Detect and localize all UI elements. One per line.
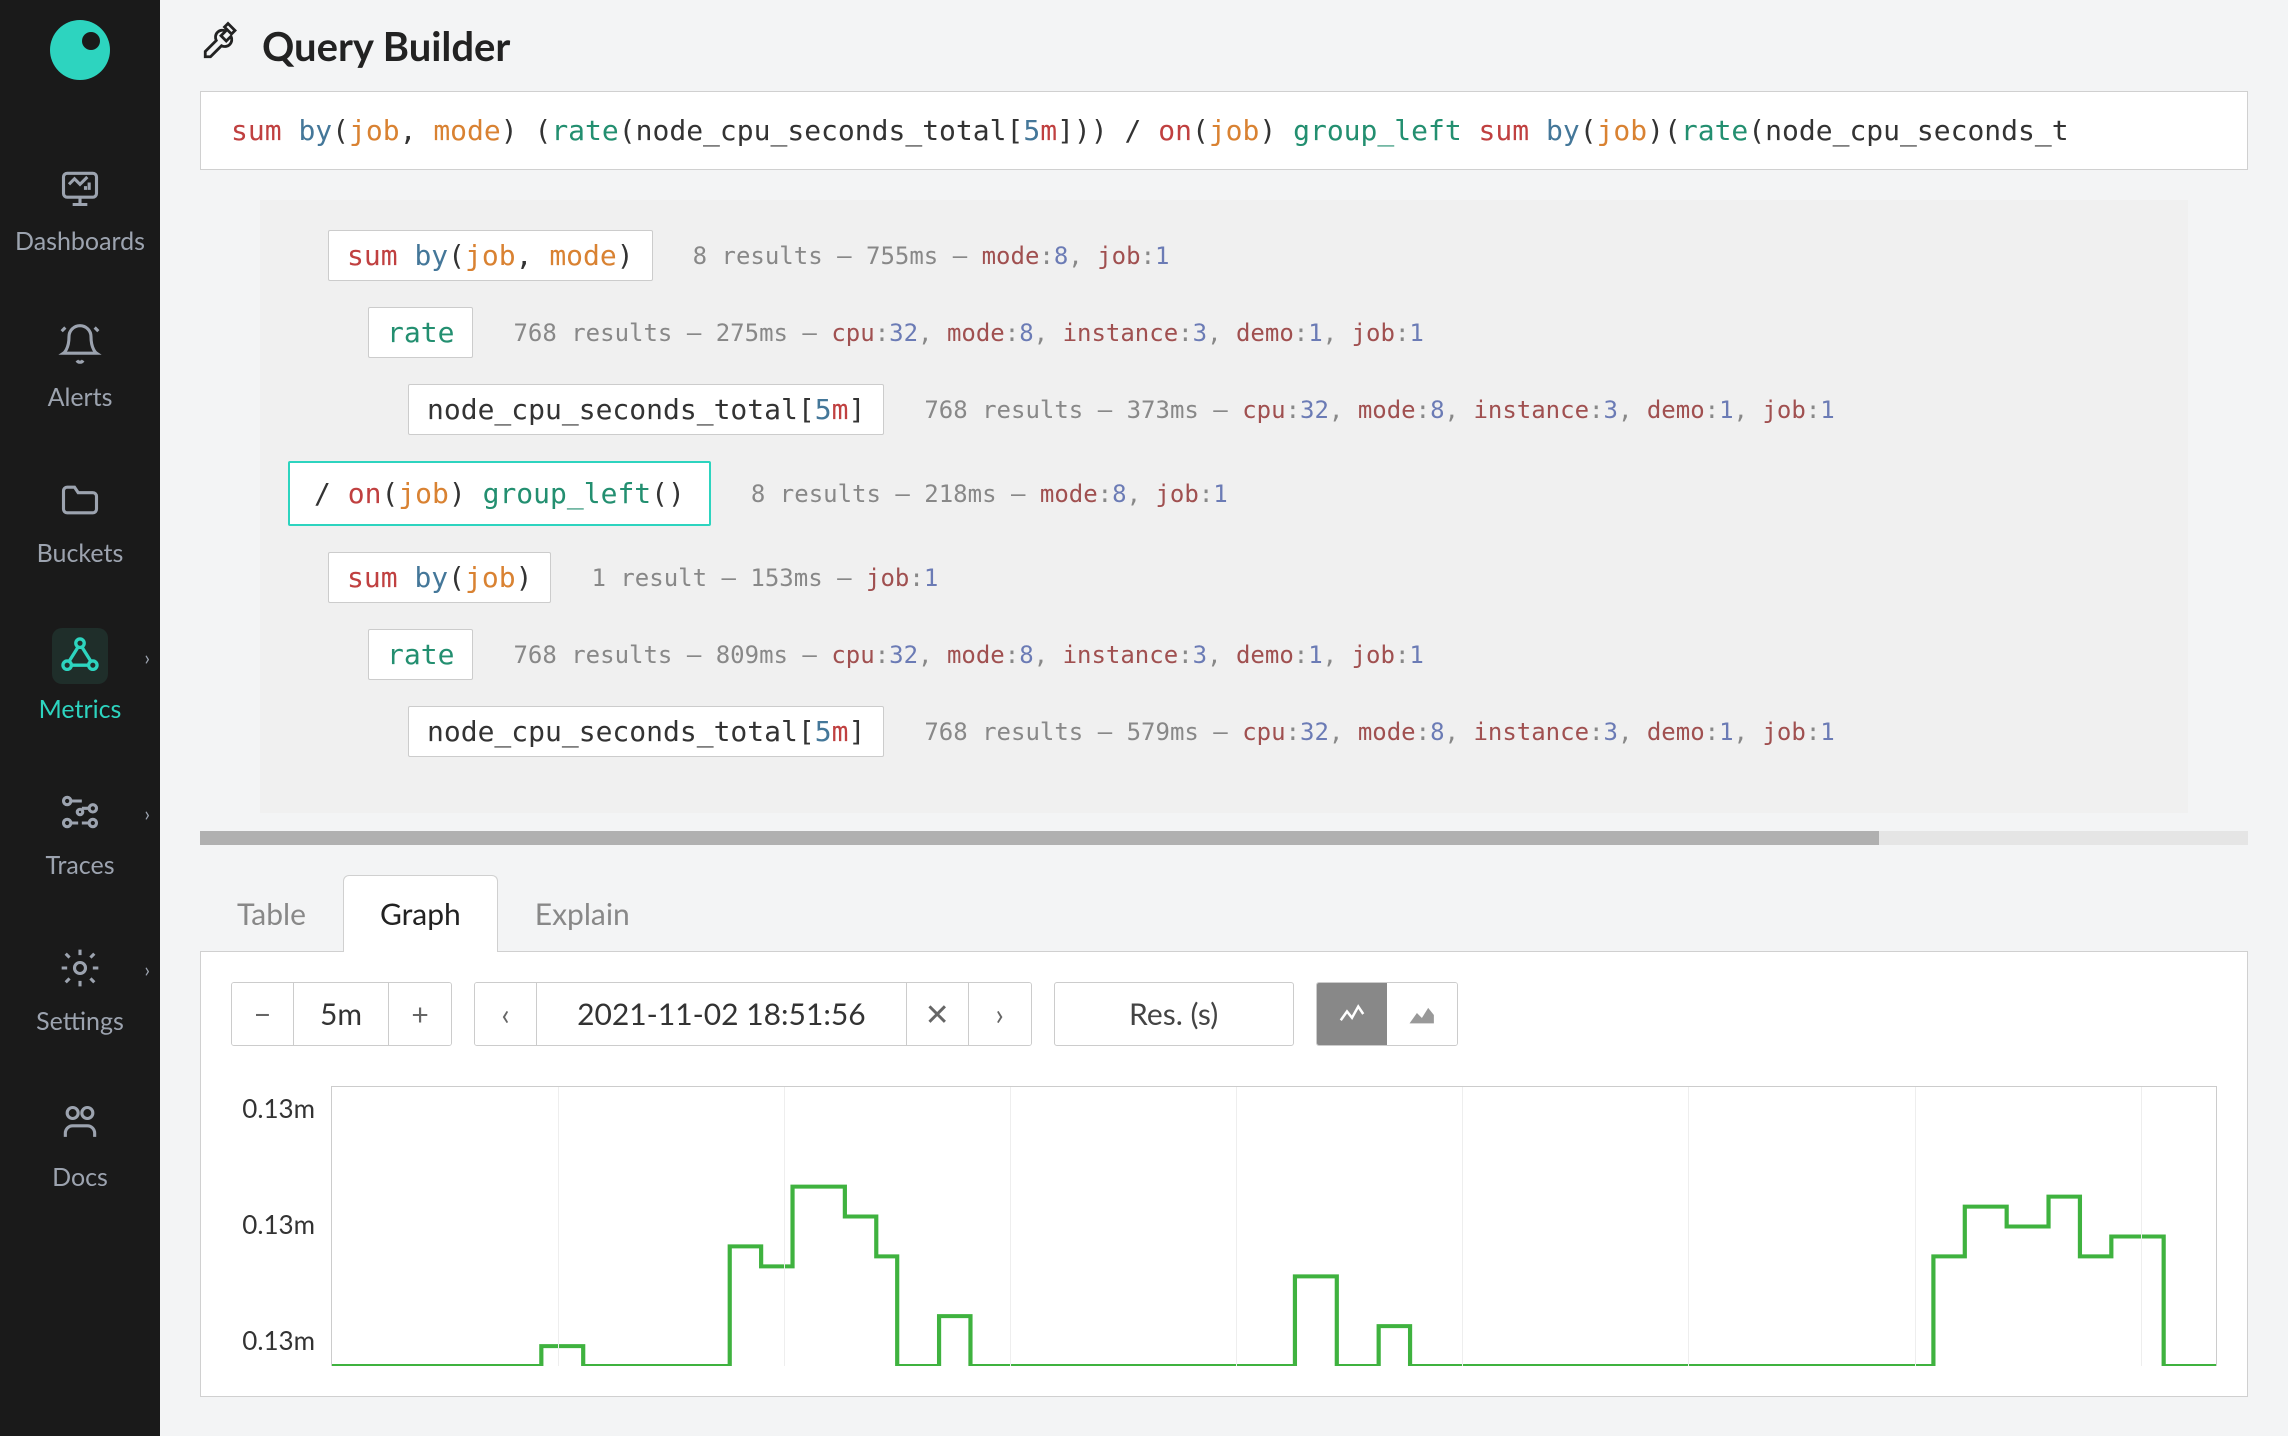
time-input[interactable]: 2021-11-02 18:51:56 (537, 983, 907, 1045)
alerts-icon (52, 316, 108, 372)
tree-meta: 768 results — 579ms — cpu:32, mode:8, in… (924, 718, 1834, 746)
nav-label: Metrics (39, 694, 122, 724)
tab-table[interactable]: Table (200, 875, 343, 952)
metrics-icon (52, 628, 108, 684)
tree-meta: 768 results — 809ms — cpu:32, mode:8, in… (513, 641, 1423, 669)
y-tick: 0.13m (242, 1208, 315, 1240)
tree-meta: 8 results — 218ms — mode:8, job:1 (751, 480, 1228, 508)
nav-metrics[interactable]: Metrics › (0, 628, 160, 724)
time-next-button[interactable]: › (969, 983, 1031, 1045)
chart-plot[interactable] (331, 1086, 2217, 1366)
area-chart-button[interactable] (1387, 983, 1457, 1045)
page-header: Query Builder (160, 0, 2288, 91)
time-prev-button[interactable]: ‹ (475, 983, 537, 1045)
tree-row: node_cpu_seconds_total[5m] 768 results — … (408, 706, 2160, 757)
tree-row: sum by(job) 1 result — 153ms — job:1 (328, 552, 2160, 603)
main: Query Builder sum by(job, mode) (rate(no… (160, 0, 2288, 1436)
nav-label: Docs (52, 1162, 108, 1192)
nav-settings[interactable]: Settings › (0, 940, 160, 1036)
buckets-icon (52, 472, 108, 528)
nav-docs[interactable]: Docs (0, 1096, 160, 1192)
result-tabs: Table Graph Explain (200, 875, 2248, 952)
y-tick: 0.13m (242, 1324, 315, 1356)
tree-node[interactable]: rate (368, 307, 473, 358)
nav-label: Dashboards (15, 226, 145, 256)
line-chart-button[interactable] (1317, 983, 1387, 1045)
chart: 0.13m 0.13m 0.13m (231, 1086, 2217, 1366)
dashboards-icon (52, 160, 108, 216)
resolution-input[interactable]: Res. (s) (1054, 982, 1294, 1046)
query-tree-panel: sum by(job, mode) 8 results — 755ms — mod… (260, 200, 2188, 813)
tree-node[interactable]: node_cpu_seconds_total[5m] (408, 384, 884, 435)
chevron-right-icon: › (144, 646, 150, 670)
chart-type-group (1316, 982, 1458, 1046)
tree-node[interactable]: / on(job) group_left() (288, 461, 711, 526)
chevron-right-icon: › (144, 958, 150, 982)
nav-label: Traces (45, 850, 114, 880)
nav-traces[interactable]: Traces › (0, 784, 160, 880)
docs-icon (52, 1096, 108, 1152)
chevron-right-icon: › (144, 802, 150, 826)
page-title: Query Builder (262, 22, 510, 70)
nav-alerts[interactable]: Alerts (0, 316, 160, 412)
tree-row: node_cpu_seconds_total[5m] 768 results — … (408, 384, 2160, 435)
tree-node[interactable]: sum by(job) (328, 552, 551, 603)
tree-row: rate 768 results — 275ms — cpu:32, mode:8… (368, 307, 2160, 358)
wrench-icon (200, 20, 242, 71)
range-increase-button[interactable]: + (389, 983, 451, 1045)
time-group: ‹ 2021-11-02 18:51:56 ✕ › (474, 982, 1032, 1046)
time-clear-button[interactable]: ✕ (907, 983, 969, 1045)
y-tick: 0.13m (242, 1092, 315, 1124)
tree-meta: 768 results — 275ms — cpu:32, mode:8, in… (513, 319, 1423, 347)
tree-meta: 768 results — 373ms — cpu:32, mode:8, in… (924, 396, 1834, 424)
nav-dashboards[interactable]: Dashboards (0, 160, 160, 256)
nav-label: Alerts (48, 382, 113, 412)
horizontal-scrollbar[interactable] (200, 831, 2248, 845)
y-axis: 0.13m 0.13m 0.13m (231, 1086, 331, 1366)
tree-node[interactable]: node_cpu_seconds_total[5m] (408, 706, 884, 757)
query-input[interactable]: sum by(job, mode) (rate(node_cpu_seconds… (200, 91, 2248, 170)
tab-explain[interactable]: Explain (498, 875, 667, 952)
sidebar: Dashboards Alerts Buckets Metrics › Trac… (0, 0, 160, 1436)
tree-row: / on(job) group_left() 8 results — 218ms … (288, 461, 2160, 526)
nav-label: Buckets (37, 538, 124, 568)
tree-meta: 8 results — 755ms — mode:8, job:1 (693, 242, 1170, 270)
tree-meta: 1 result — 153ms — job:1 (591, 564, 938, 592)
tree-row: sum by(job, mode) 8 results — 755ms — mod… (328, 230, 2160, 281)
time-value: 2021-11-02 18:51:56 (577, 996, 866, 1032)
range-decrease-button[interactable]: − (232, 983, 294, 1045)
settings-icon (52, 940, 108, 996)
range-value[interactable]: 5m (294, 983, 389, 1045)
tree-node[interactable]: rate (368, 629, 473, 680)
range-group: − 5m + (231, 982, 452, 1046)
nav-label: Settings (36, 1006, 124, 1036)
scrollbar-thumb[interactable] (200, 831, 1879, 845)
nav-buckets[interactable]: Buckets (0, 472, 160, 568)
app-logo[interactable] (50, 20, 110, 80)
chart-line (332, 1087, 2216, 1366)
tree-node[interactable]: sum by(job, mode) (328, 230, 653, 281)
graph-panel: − 5m + ‹ 2021-11-02 18:51:56 ✕ › Res. (s… (200, 951, 2248, 1397)
tree-row: rate 768 results — 809ms — cpu:32, mode:8… (368, 629, 2160, 680)
traces-icon (52, 784, 108, 840)
tab-graph[interactable]: Graph (343, 875, 498, 952)
